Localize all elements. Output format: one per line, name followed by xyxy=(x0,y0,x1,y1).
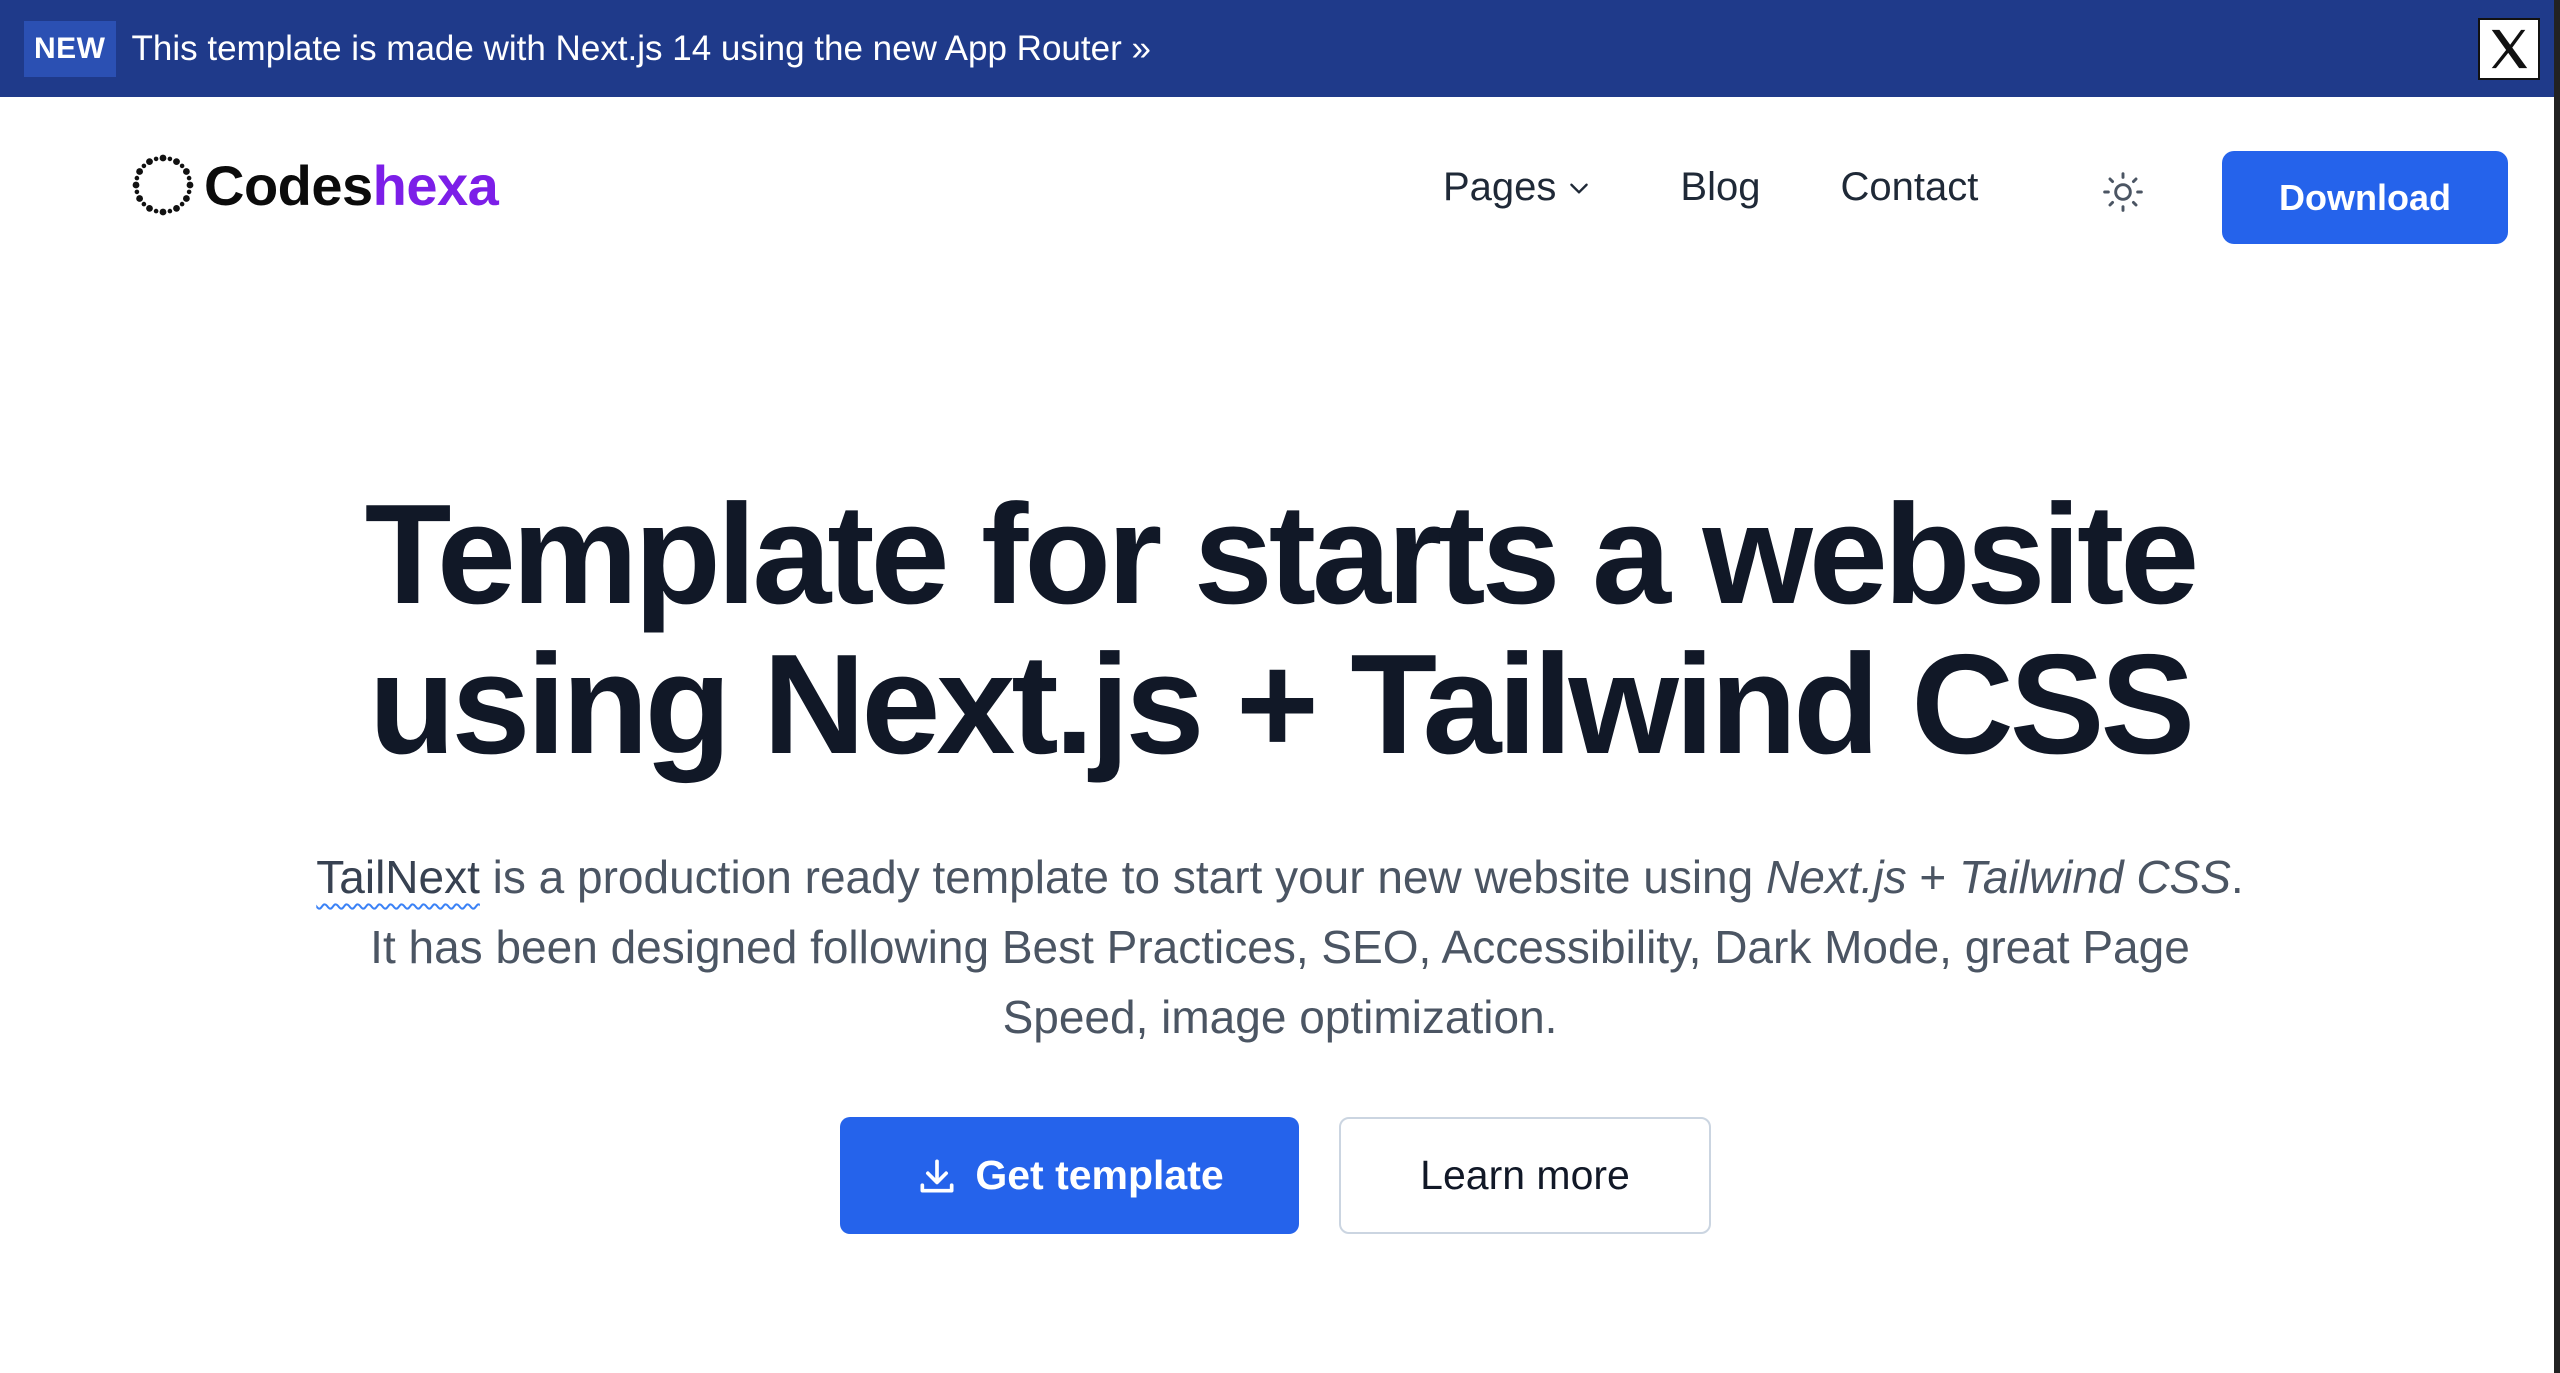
announcement-bar: NEW This template is made with Next.js 1… xyxy=(0,0,2560,97)
hero-title: Template for starts a website using Next… xyxy=(0,480,2560,780)
get-template-button[interactable]: Get template xyxy=(840,1117,1299,1234)
main-nav: Pages Blog Contact xyxy=(1443,165,1978,210)
hero-title-line-1: Template for starts a website xyxy=(364,475,2200,634)
subtitle-text-2: + xyxy=(1906,851,1960,903)
get-template-label: Get template xyxy=(975,1152,1224,1198)
logo-text-accent: hexa xyxy=(372,153,499,217)
logo-text-primary: Codes xyxy=(204,153,373,217)
x-close-icon xyxy=(2491,29,2528,69)
dotted-circle-logo-icon xyxy=(132,154,194,216)
close-announcement-button[interactable] xyxy=(2478,18,2540,80)
site-header: Codeshexa Pages Blog Contact Download xyxy=(0,97,2560,277)
sun-icon xyxy=(2103,172,2143,212)
download-icon xyxy=(920,1159,954,1192)
learn-more-button[interactable]: Learn more xyxy=(1339,1117,1711,1234)
chevron-down-icon xyxy=(1570,183,1589,194)
page: NEW This template is made with Next.js 1… xyxy=(0,0,2560,1373)
hero-title-line-2: using Next.js + Tailwind CSS xyxy=(368,625,2195,784)
subtitle-nextjs: Next.js xyxy=(1766,851,1907,903)
announcement-text: This template is made with Next.js 14 us… xyxy=(131,28,1151,68)
nav-blog-link[interactable]: Blog xyxy=(1680,165,1760,210)
nav-pages-dropdown[interactable]: Pages xyxy=(1443,165,1592,210)
subtitle-text-1: is a production ready template to start … xyxy=(479,851,1767,903)
tailnext-link[interactable]: TailNext xyxy=(316,851,480,903)
nav-pages-label: Pages xyxy=(1443,165,1557,209)
subtitle-tailwind: Tailwind CSS xyxy=(1959,851,2231,903)
nav-contact-link[interactable]: Contact xyxy=(1840,165,1978,210)
hero-subtitle: TailNext is a production ready template … xyxy=(300,842,2260,1052)
logo-wordmark: Codeshexa xyxy=(204,153,499,218)
theme-toggle-button[interactable] xyxy=(2098,167,2148,217)
hero-cta-row: Get template Learn more xyxy=(0,1117,2560,1235)
logo-link[interactable]: Codeshexa xyxy=(130,152,499,218)
download-button[interactable]: Download xyxy=(2222,151,2508,244)
announcement-link[interactable]: NEW This template is made with Next.js 1… xyxy=(24,20,1151,77)
new-badge: NEW xyxy=(24,20,116,77)
